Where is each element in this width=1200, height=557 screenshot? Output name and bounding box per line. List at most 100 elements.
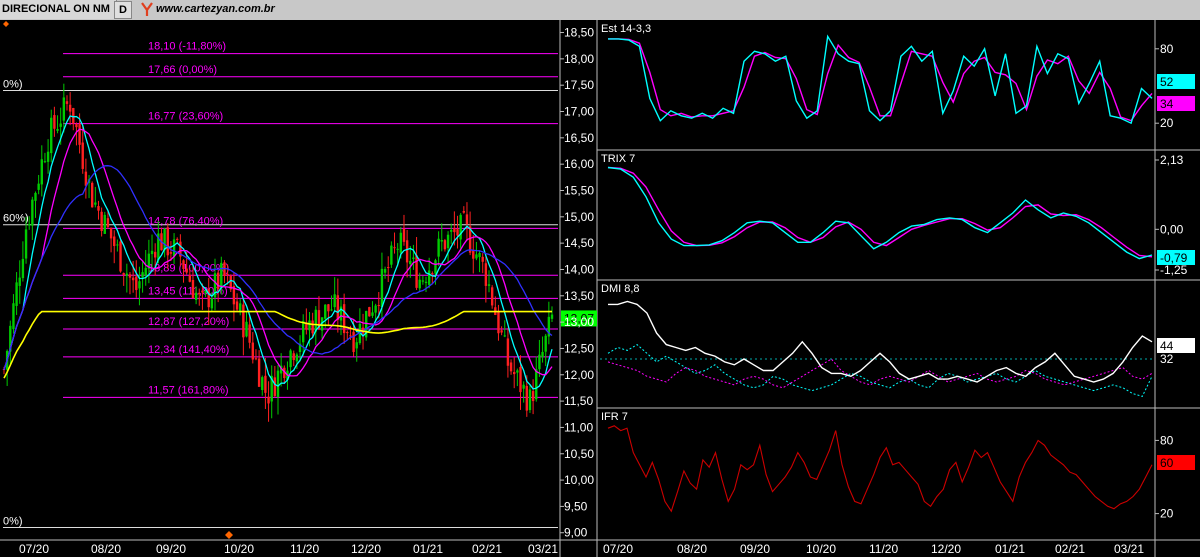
price-axis-label: 15,00 bbox=[564, 210, 594, 224]
price-axis-label: 10,00 bbox=[564, 473, 594, 487]
candle-body bbox=[65, 101, 69, 104]
candle-body bbox=[301, 320, 305, 343]
candle-body bbox=[342, 304, 346, 334]
candle-body bbox=[245, 321, 248, 337]
candle-body bbox=[456, 229, 459, 236]
candle-body bbox=[459, 214, 462, 240]
candle-body bbox=[522, 384, 525, 389]
candle-body bbox=[103, 214, 106, 234]
candle-body bbox=[34, 192, 37, 201]
candle-body bbox=[440, 240, 443, 242]
candle-body bbox=[122, 273, 125, 275]
candle-body bbox=[235, 301, 239, 310]
candle-body bbox=[544, 335, 547, 352]
candle-body bbox=[412, 257, 415, 259]
candle-body bbox=[418, 279, 421, 289]
candle-body bbox=[94, 202, 97, 205]
candle-body bbox=[62, 97, 66, 121]
candle-body bbox=[531, 391, 535, 402]
candle-body bbox=[405, 240, 409, 263]
candle-body bbox=[535, 369, 538, 400]
price-axis-label: 9,50 bbox=[564, 499, 588, 513]
price-axis-label: 16,00 bbox=[564, 157, 594, 171]
candle-body bbox=[330, 309, 333, 311]
candle-body bbox=[131, 277, 135, 281]
price-axis-label: 18,50 bbox=[564, 26, 594, 40]
candle-body bbox=[12, 303, 15, 330]
retracement-label: 60%) bbox=[3, 213, 29, 225]
x-axis-label: 11/20 bbox=[290, 542, 319, 556]
candle-body bbox=[59, 123, 62, 127]
candle-body bbox=[478, 252, 481, 258]
candle-body bbox=[56, 128, 59, 131]
candle-body bbox=[150, 250, 154, 255]
candle-body bbox=[396, 248, 399, 250]
candle-body bbox=[516, 370, 519, 373]
candle-body bbox=[446, 234, 450, 249]
candle-body bbox=[490, 287, 494, 306]
candle-body bbox=[487, 284, 491, 286]
candle-body bbox=[333, 294, 336, 308]
candle-body bbox=[201, 290, 204, 293]
panel-title: DMI 8,8 bbox=[601, 283, 640, 295]
candle-body bbox=[500, 330, 503, 333]
candle-body bbox=[128, 274, 132, 278]
candle-body bbox=[90, 182, 94, 208]
price-axis-label: 12,00 bbox=[564, 368, 594, 382]
candle-body bbox=[125, 273, 129, 276]
chart-area: 0%) 60%) 0%) 18,10 (-11,80%) 17,66 (0,00%) 16… bbox=[0, 20, 1200, 557]
ifr-axis-label: 80 bbox=[1160, 433, 1174, 447]
candle-body bbox=[68, 104, 72, 112]
candle-body bbox=[116, 244, 119, 246]
price-axis-label: 16,50 bbox=[564, 131, 594, 145]
candle-body bbox=[295, 354, 299, 362]
candle-body bbox=[166, 227, 169, 256]
candle-body bbox=[541, 351, 544, 358]
candle-body bbox=[185, 268, 188, 273]
panel-title: IFR 7 bbox=[601, 411, 628, 423]
candle-body bbox=[264, 375, 267, 393]
price-axis-label: 9,00 bbox=[564, 526, 588, 540]
candle-body bbox=[72, 108, 75, 124]
candle-body bbox=[509, 362, 513, 372]
candle-body bbox=[182, 260, 185, 270]
candle-body bbox=[349, 335, 352, 337]
panel-title: Est 14-3,3 bbox=[601, 23, 651, 35]
candle-body bbox=[53, 115, 56, 129]
candle-body bbox=[355, 342, 358, 349]
candle-body bbox=[144, 267, 147, 276]
candle-body bbox=[374, 305, 377, 313]
fib-level-label: 11,57 (161,80%) bbox=[148, 384, 229, 396]
candle-body bbox=[380, 268, 384, 308]
candle-body bbox=[78, 124, 81, 145]
price-axis-label: 11,50 bbox=[564, 394, 593, 408]
candle-body bbox=[450, 230, 453, 232]
candle-body bbox=[106, 218, 110, 227]
candle-body bbox=[81, 142, 84, 169]
fib-level-label: 17,66 (0,00%) bbox=[148, 64, 217, 76]
candle-body bbox=[198, 292, 201, 295]
candle-body bbox=[21, 258, 25, 279]
candle-body bbox=[27, 224, 31, 226]
candle-body bbox=[503, 335, 506, 337]
x-axis-label: 10/20 bbox=[224, 542, 254, 556]
candle-body bbox=[371, 312, 374, 316]
candle-body bbox=[465, 214, 469, 225]
candle-body bbox=[216, 272, 220, 290]
candle-body bbox=[550, 314, 554, 319]
candle-body bbox=[210, 298, 214, 309]
price-axis-label: 11,00 bbox=[564, 420, 593, 434]
candle-body bbox=[525, 385, 529, 411]
candle-body bbox=[324, 304, 327, 319]
fib-level-label: 13,89 (100,00%) bbox=[148, 262, 229, 274]
candle-body bbox=[352, 331, 355, 352]
trix-axis-label: 2,13 bbox=[1160, 153, 1184, 167]
ifr-badge-label: 60 bbox=[1160, 456, 1174, 470]
candle-body bbox=[462, 211, 466, 213]
candle-body bbox=[497, 311, 500, 334]
trix-axis-label: -1,25 bbox=[1160, 263, 1188, 277]
candle-body bbox=[226, 274, 229, 276]
candle-body bbox=[308, 320, 311, 331]
candle-body bbox=[368, 307, 371, 317]
candle-body bbox=[119, 241, 122, 272]
